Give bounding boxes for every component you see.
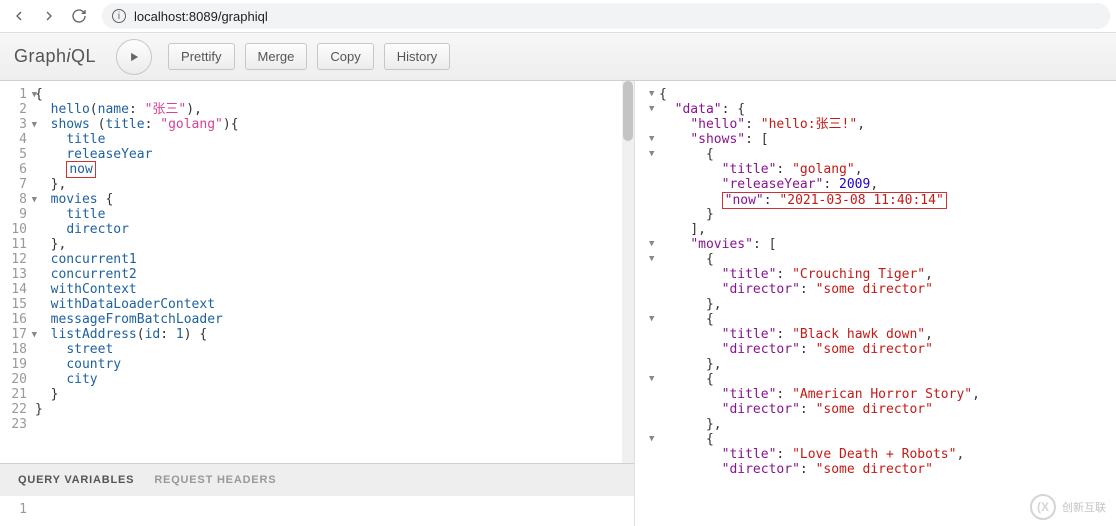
scroll-thumb[interactable] — [623, 81, 633, 141]
variables-tabs: Query Variables Request Headers — [0, 463, 634, 496]
watermark: (X 创新互联 — [1030, 494, 1106, 520]
info-icon: i — [112, 9, 126, 23]
workspace: 1▼23▼45678▼91011121314151617▼18192021222… — [0, 81, 1116, 526]
line-number: 1 — [0, 502, 27, 517]
graphiql-logo: GraphiQL — [14, 46, 96, 67]
url-bar[interactable]: i localhost:8089/graphiql — [102, 3, 1110, 29]
result-pane[interactable]: ▼{▼ "data": { "hello": "hello:张三!",▼ "sh… — [635, 81, 1116, 526]
browser-bar: i localhost:8089/graphiql — [0, 0, 1116, 33]
left-pane: 1▼23▼45678▼91011121314151617▼18192021222… — [0, 81, 635, 526]
execute-button[interactable] — [116, 39, 152, 75]
watermark-text: 创新互联 — [1062, 499, 1106, 515]
variables-editor[interactable]: 1 — [0, 496, 634, 526]
forward-button[interactable] — [36, 3, 62, 29]
merge-button[interactable]: Merge — [245, 43, 308, 70]
prettify-button[interactable]: Prettify — [168, 43, 234, 70]
graphiql-toolbar: GraphiQL Prettify Merge Copy History — [0, 33, 1116, 81]
query-editor[interactable]: 1▼23▼45678▼91011121314151617▼18192021222… — [0, 81, 634, 463]
copy-button[interactable]: Copy — [317, 43, 373, 70]
reload-button[interactable] — [66, 3, 92, 29]
back-button[interactable] — [6, 3, 32, 29]
watermark-logo-icon: (X — [1030, 494, 1056, 520]
url-text: localhost:8089/graphiql — [134, 9, 268, 24]
tab-query-variables[interactable]: Query Variables — [18, 474, 134, 486]
tab-request-headers[interactable]: Request Headers — [154, 474, 276, 486]
history-button[interactable]: History — [384, 43, 450, 70]
line-numbers: 1▼23▼45678▼91011121314151617▼18192021222… — [0, 87, 35, 463]
scrollbar[interactable] — [622, 81, 634, 463]
query-code[interactable]: { hello(name: "张三"), shows (title: "gola… — [35, 87, 634, 463]
